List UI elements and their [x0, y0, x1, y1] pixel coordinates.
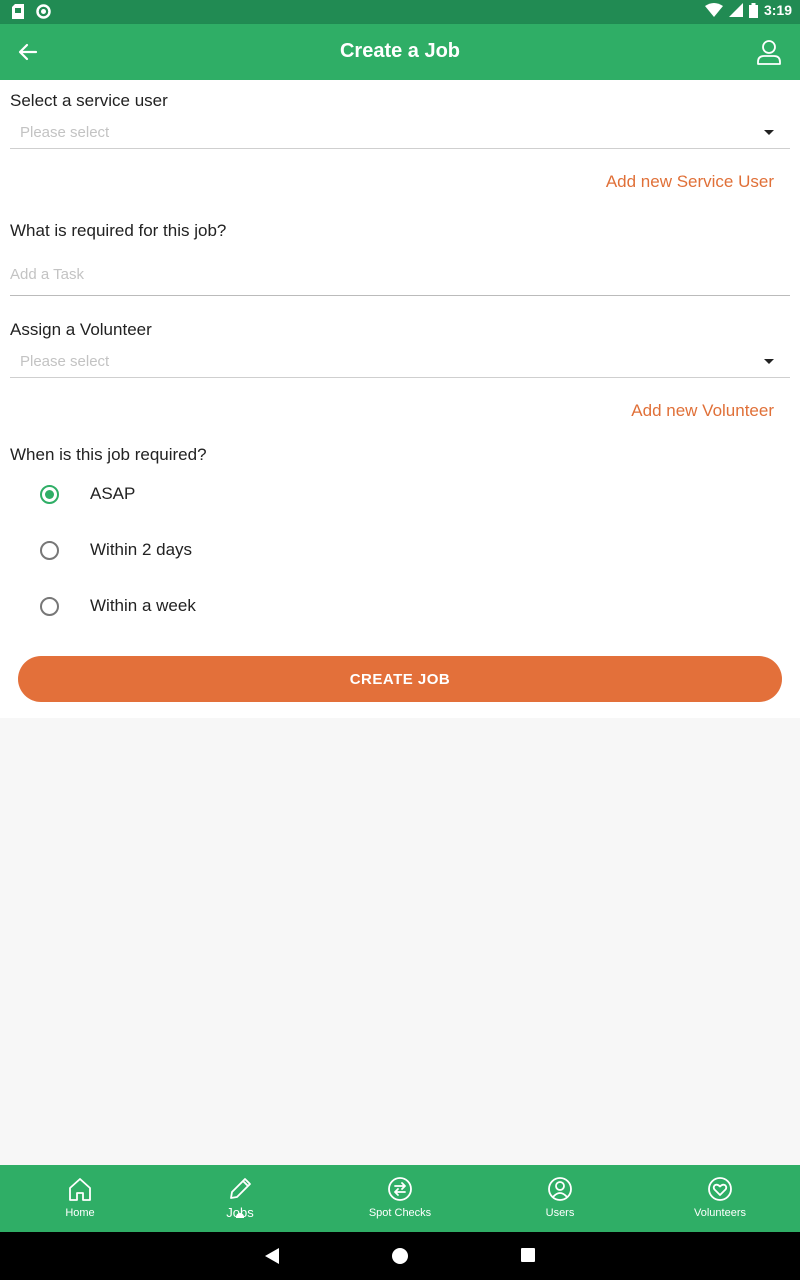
nav-label: Home	[65, 1207, 95, 1219]
radio-unselected[interactable]	[40, 596, 59, 616]
status-bar: 3:19	[0, 0, 800, 24]
volunteer-placeholder: Please select	[20, 353, 110, 370]
sd-card-icon	[12, 4, 24, 19]
radio-label: Within 2 days	[90, 540, 193, 559]
timing-label: When is this job required?	[10, 445, 207, 464]
radio-selected[interactable]	[40, 484, 59, 504]
task-label: What is required for this job?	[10, 221, 227, 240]
battery-icon	[748, 2, 758, 18]
radio-label: ASAP	[90, 484, 136, 503]
create-job-button[interactable]: CREATE JOB	[18, 656, 782, 702]
wifi-icon	[704, 3, 723, 17]
status-time: 3:19	[763, 2, 792, 18]
pencil-icon	[230, 1178, 251, 1199]
nav-item-volunteers[interactable]: Volunteers	[640, 1165, 800, 1232]
create-job-form: Select a service user Please select Add …	[0, 80, 800, 718]
radio-option-within-2-days[interactable]: Within 2 days	[40, 540, 192, 560]
nav-label: Spot Checks	[368, 1207, 432, 1219]
profile-icon[interactable]	[756, 39, 782, 65]
recents-square-icon[interactable]	[520, 1247, 536, 1263]
page-title: Create a Job	[339, 40, 461, 62]
system-nav-bar	[0, 1232, 800, 1280]
sync-circle-icon	[36, 4, 51, 19]
nav-item-users[interactable]: Users	[480, 1165, 640, 1232]
nav-label: Volunteers	[694, 1207, 746, 1219]
service-user-select[interactable]: Please select	[10, 119, 790, 149]
app-bar: Create a Job	[0, 24, 800, 80]
signal-icon	[728, 3, 743, 17]
dropdown-caret-icon	[764, 130, 774, 135]
dropdown-caret-icon	[764, 359, 774, 364]
service-user-label: Select a service user	[10, 91, 168, 110]
volunteer-label: Assign a Volunteer	[10, 320, 152, 339]
home-circle-icon[interactable]	[391, 1247, 409, 1265]
home-icon	[69, 1178, 91, 1201]
back-triangle-icon[interactable]	[264, 1247, 280, 1265]
radio-label: Within a week	[90, 596, 196, 615]
add-service-user-link[interactable]: Add new Service User	[606, 172, 774, 192]
nav-item-jobs[interactable]: Jobs	[160, 1165, 320, 1232]
service-user-placeholder: Please select	[20, 124, 110, 141]
volunteer-select[interactable]: Please select	[10, 348, 790, 378]
add-volunteer-link[interactable]: Add new Volunteer	[631, 401, 774, 421]
nav-item-home[interactable]: Home	[0, 1165, 160, 1232]
bottom-nav: Home Jobs Spot Checks Users Volunteers	[0, 1165, 800, 1232]
swap-icon	[388, 1177, 412, 1201]
radio-unselected[interactable]	[40, 540, 59, 560]
task-input[interactable]	[10, 254, 790, 296]
radio-option-asap[interactable]: ASAP	[40, 484, 135, 504]
radio-option-within-a-week[interactable]: Within a week	[40, 596, 196, 616]
active-indicator	[236, 1213, 244, 1218]
heart-circle-icon	[708, 1177, 732, 1201]
nav-label: Users	[545, 1207, 575, 1219]
nav-item-spot-checks[interactable]: Spot Checks	[320, 1165, 480, 1232]
user-circle-icon	[548, 1177, 572, 1201]
